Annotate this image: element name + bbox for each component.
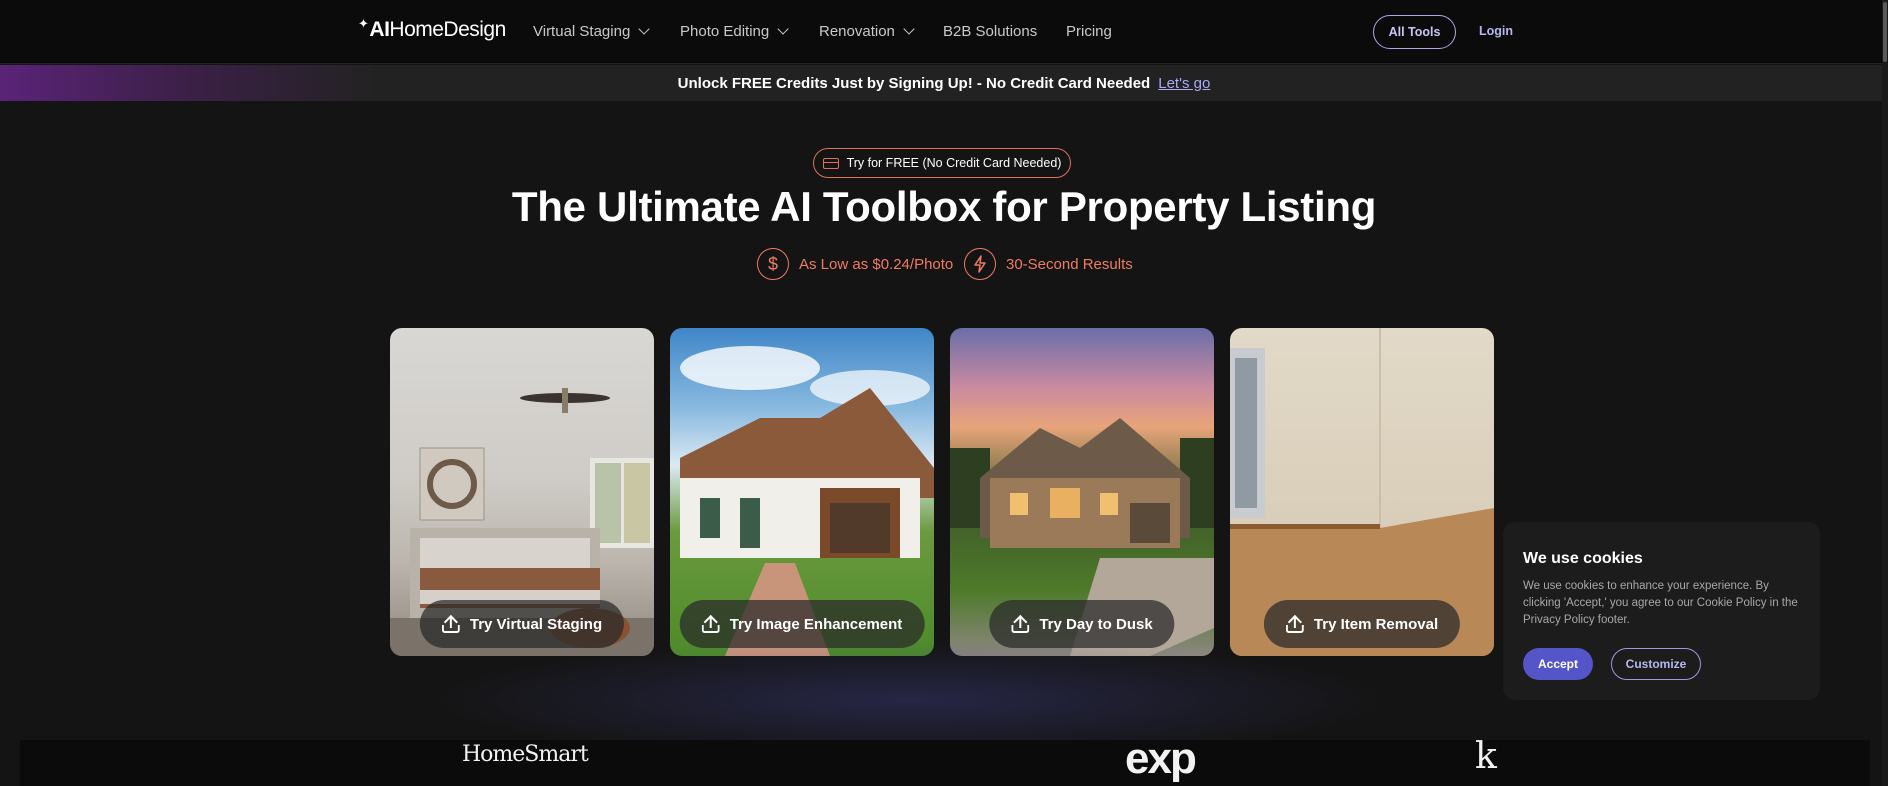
customize-cookies-button[interactable]: Customize	[1611, 648, 1701, 680]
logo[interactable]: ✦ AI HomeDesign	[358, 16, 506, 42]
logo-ai-text: AI	[369, 18, 390, 41]
promo-link[interactable]: Let's go	[1158, 75, 1210, 92]
lightning-icon	[964, 248, 996, 280]
scrollbar[interactable]	[1882, 0, 1888, 786]
promo-text: Unlock FREE Credits Just by Signing Up! …	[677, 74, 1151, 92]
cookie-title: We use cookies	[1523, 550, 1643, 567]
nav-label: Virtual Staging	[533, 23, 631, 40]
card-image-enhancement[interactable]: Try Image Enhancement	[670, 328, 934, 656]
dollar-icon: $	[757, 248, 789, 280]
feature-speed: 30-Second Results	[964, 248, 1133, 280]
nav-b2b-solutions[interactable]: B2B Solutions	[943, 23, 1037, 40]
upload-icon	[701, 614, 720, 633]
homesmart-logo: HomeSmart	[462, 742, 589, 767]
upload-icon	[1011, 614, 1030, 633]
feature-label: 30-Second Results	[1006, 255, 1133, 273]
credit-card-icon	[822, 157, 839, 169]
card-button-label: Try Item Removal	[1313, 615, 1439, 633]
upload-icon	[1285, 614, 1304, 633]
nav-renovation[interactable]: Renovation	[819, 22, 915, 40]
chevron-down-icon	[638, 22, 650, 35]
badge-text: Try for FREE (No Credit Card Needed)	[846, 156, 1062, 170]
partner-logo: k	[1475, 736, 1497, 777]
all-tools-button[interactable]: All Tools	[1373, 15, 1456, 49]
nav-label: Pricing	[1066, 23, 1112, 40]
nav-photo-editing[interactable]: Photo Editing	[680, 22, 789, 40]
promo-banner: Unlock FREE Credits Just by Signing Up! …	[0, 65, 1888, 101]
chevron-down-icon	[777, 22, 789, 35]
card-button-label: Try Virtual Staging	[469, 615, 603, 633]
feature-label: As Low as $0.24/Photo	[799, 255, 954, 273]
nav-virtual-staging[interactable]: Virtual Staging	[533, 22, 650, 40]
card-button-label: Try Image Enhancement	[729, 615, 903, 633]
card-item-removal[interactable]: Try Item Removal	[1230, 328, 1494, 656]
nav-pricing[interactable]: Pricing	[1066, 23, 1112, 40]
accept-cookies-button[interactable]: Accept	[1523, 648, 1593, 680]
upload-icon	[441, 614, 460, 633]
sparkle-icon: ✦	[358, 16, 369, 31]
chevron-down-icon	[903, 22, 915, 35]
page-title: The Ultimate AI Toolbox for Property Lis…	[511, 183, 1377, 230]
feature-price: $ As Low as $0.24/Photo	[757, 248, 953, 280]
card-day-to-dusk[interactable]: Try Day to Dusk	[950, 328, 1214, 656]
login-link[interactable]: Login	[1479, 24, 1513, 38]
exp-logo: exp	[1125, 734, 1197, 783]
partner-logos-strip: HomeSmart exp k	[20, 734, 1870, 786]
free-trial-badge[interactable]: Try for FREE (No Credit Card Needed)	[813, 148, 1071, 178]
card-button-label: Try Day to Dusk	[1039, 615, 1153, 633]
cookie-text: We use cookies to enhance your experienc…	[1523, 580, 1798, 626]
card-virtual-staging[interactable]: Try Virtual Staging	[390, 328, 654, 656]
logo-name-text: HomeDesign	[389, 18, 506, 41]
nav-label: B2B Solutions	[943, 23, 1038, 40]
nav-label: Renovation	[819, 23, 895, 40]
top-navigation: ✦ AI HomeDesign Virtual Staging Photo Edi…	[0, 0, 1888, 64]
scrollbar-thumb[interactable]	[1883, 2, 1887, 62]
cookie-banner: We use cookies We use cookies to enhance…	[1503, 522, 1820, 700]
nav-label: Photo Editing	[680, 23, 770, 40]
